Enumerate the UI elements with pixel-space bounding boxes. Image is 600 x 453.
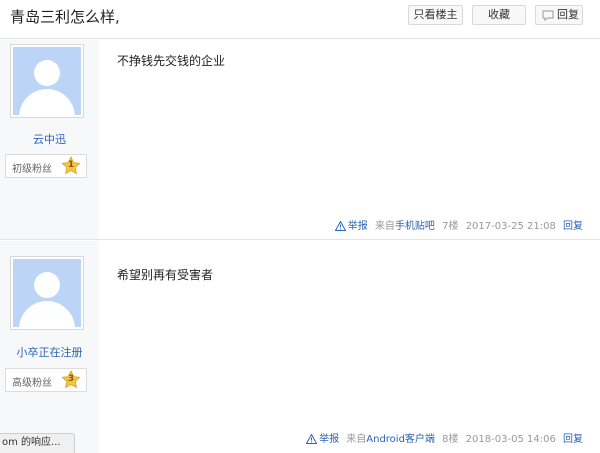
floor-number: 7楼 — [442, 221, 459, 232]
warning-icon — [334, 220, 347, 231]
client-prefix: 来自 — [374, 221, 395, 232]
default-avatar-icon — [13, 47, 81, 115]
post-time: 2018-03-05 14:06 — [465, 434, 556, 445]
client-link[interactable]: 手机贴吧 — [395, 221, 435, 232]
fan-level-number: 1 — [67, 160, 75, 170]
author-panel: 小卒正在注册 高级粉丝 3 — [0, 241, 99, 453]
floor-number: 8楼 — [442, 434, 459, 445]
report-label: 举报 — [319, 434, 340, 445]
fan-level-badge[interactable]: 初级粉丝 1 — [5, 154, 87, 178]
warning-icon — [305, 433, 318, 444]
client-info: 来自Android客户端 — [346, 434, 435, 445]
report-label: 举报 — [347, 221, 368, 232]
client-link[interactable]: Android客户端 — [366, 434, 435, 445]
only-author-button[interactable]: 只看楼主 — [408, 5, 463, 25]
report-link[interactable]: 举报 — [334, 220, 368, 232]
fan-level-badge[interactable]: 高级粉丝 3 — [5, 368, 87, 392]
avatar[interactable] — [10, 44, 84, 118]
author-panel: 云中迅 初级粉丝 1 — [0, 40, 99, 239]
post-content: 不挣钱先交钱的企业 — [117, 54, 226, 68]
post-tail: 举报 来自Android客户端 8楼 2018-03-05 14:06 回复 — [302, 430, 583, 445]
favorite-button[interactable]: 收藏 — [472, 5, 526, 25]
reply-icon — [542, 10, 554, 21]
browser-status-bar: om 的响应... — [0, 433, 75, 453]
default-avatar-icon — [13, 259, 81, 327]
client-prefix: 来自 — [346, 434, 367, 445]
thread-header: 青岛三利怎么样, 只看楼主 收藏 回复 — [0, 0, 600, 39]
post-floor-8: 小卒正在注册 高级粉丝 3 希望别再有受害者 举报 来自Android客户端 8… — [0, 241, 600, 453]
reply-button[interactable]: 回复 — [535, 5, 583, 25]
username-link[interactable]: 云中迅 — [0, 131, 99, 147]
report-link[interactable]: 举报 — [305, 433, 340, 445]
fan-level-label: 初级粉丝 — [12, 164, 52, 175]
username-link[interactable]: 小卒正在注册 — [0, 344, 99, 360]
post-reply-link[interactable]: 回复 — [563, 221, 583, 232]
post-time: 2017-03-25 21:08 — [465, 221, 556, 232]
fan-level-label: 高级粉丝 — [12, 378, 52, 389]
post-reply-link[interactable]: 回复 — [563, 434, 583, 445]
fan-level-number: 3 — [67, 374, 75, 384]
avatar[interactable] — [10, 256, 84, 330]
reply-button-label: 回复 — [557, 8, 579, 21]
post-floor-7: 云中迅 初级粉丝 1 不挣钱先交钱的企业 举报 来自手机贴吧 7楼 2017-0… — [0, 40, 600, 240]
post-tail: 举报 来自手机贴吧 7楼 2017-03-25 21:08 回复 — [331, 217, 583, 232]
client-info: 来自手机贴吧 — [375, 221, 435, 232]
post-content: 希望别再有受害者 — [117, 268, 214, 282]
thread-title: 青岛三利怎么样, — [10, 8, 120, 26]
